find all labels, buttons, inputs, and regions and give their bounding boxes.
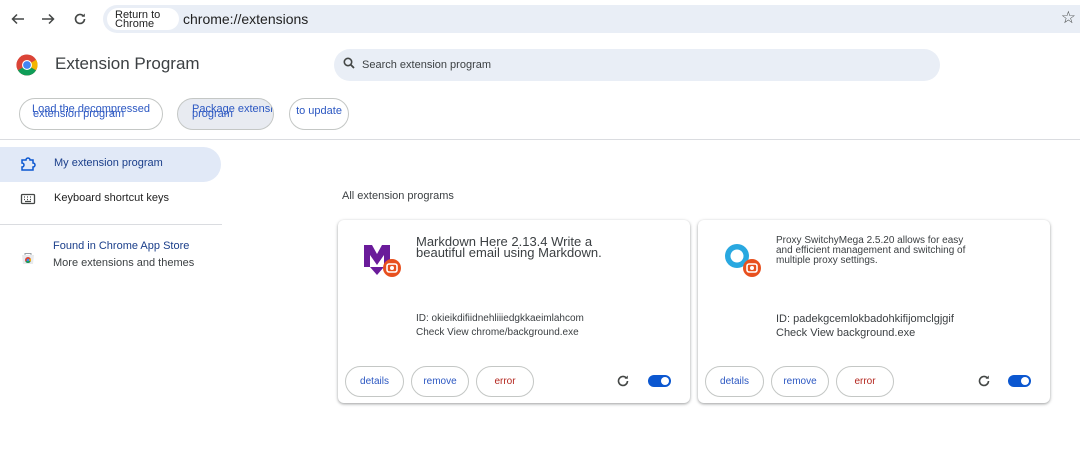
package-extension-button[interactable]: Package extension program xyxy=(177,98,274,130)
reload-icon[interactable] xyxy=(70,9,90,29)
sidebar: My extension program Keyboard shortcut k… xyxy=(0,141,222,455)
puzzle-icon xyxy=(21,157,36,171)
enable-toggle[interactable] xyxy=(1008,375,1031,387)
star-icon[interactable]: ☆ xyxy=(1061,8,1076,28)
remove-button[interactable]: remove xyxy=(771,366,829,397)
sidebar-divider xyxy=(0,224,222,225)
return-to-chrome-chip[interactable]: Return to Chrome xyxy=(107,8,179,30)
reload-icon[interactable] xyxy=(615,373,631,389)
search-icon xyxy=(343,57,355,69)
chip-line-2: Chrome xyxy=(115,18,155,30)
extension-card-markdown-here: Markdown Here 2.13.4 Write a beautiful e… xyxy=(338,220,690,403)
extension-id: ID: padekgcemlokbadohkifijomclgjgif xyxy=(776,313,954,325)
chrome-logo-icon xyxy=(16,54,38,76)
markdown-here-logo-icon xyxy=(364,245,401,277)
toggle-knob xyxy=(661,377,669,385)
page-title: Extension Program xyxy=(55,54,200,73)
inspect-views-link[interactable]: Check View chrome/background.exe xyxy=(416,327,579,338)
errors-button[interactable]: error xyxy=(836,366,894,397)
web-store-link-label[interactable]: Found in Chrome App Store xyxy=(53,240,189,252)
extension-card-proxy-switchymega: Proxy SwitchyMega 2.5.20 allows for easy… xyxy=(698,220,1050,403)
extensions-header: Extension Program Load the decompressed … xyxy=(0,38,1080,140)
back-icon[interactable] xyxy=(8,9,28,29)
sidebar-item-keyboard-shortcuts[interactable]: Keyboard shortcut keys xyxy=(0,182,221,217)
extension-title: Proxy SwitchyMega 2.5.20 allows for easy… xyxy=(776,235,966,266)
web-store-subtitle: More extensions and themes xyxy=(53,257,195,269)
browser-toolbar: Return to Chrome chrome://extensions ☆ xyxy=(0,0,1080,38)
reload-icon[interactable] xyxy=(976,373,992,389)
sidebar-item-my-extensions[interactable]: My extension program xyxy=(0,147,221,182)
web-store-icon xyxy=(22,253,34,264)
search-bar[interactable] xyxy=(334,49,940,81)
sidebar-item-label: My extension program xyxy=(54,157,163,169)
inspect-views-link[interactable]: Check View background.exe xyxy=(776,327,915,339)
section-title: All extension programs xyxy=(342,190,454,202)
search-input[interactable] xyxy=(362,55,922,75)
update-label: to update xyxy=(296,105,342,117)
proxy-switchymega-logo-icon xyxy=(725,244,761,277)
toggle-knob xyxy=(1021,377,1029,385)
forward-icon[interactable] xyxy=(38,9,58,29)
details-button[interactable]: details xyxy=(705,366,764,397)
enable-toggle[interactable] xyxy=(648,375,671,387)
omnibox[interactable]: Return to Chrome chrome://extensions ☆ xyxy=(103,5,1080,33)
errors-button[interactable]: error xyxy=(476,366,534,397)
extension-id: ID: okieikdifiidnehliiiedgkkaeimlahcom xyxy=(416,313,584,324)
details-button[interactable]: details xyxy=(345,366,404,397)
address-url[interactable]: chrome://extensions xyxy=(183,11,308,27)
chrome-web-store-link[interactable]: Found in Chrome App Store More extension… xyxy=(0,239,222,275)
sidebar-item-label: Keyboard shortcut keys xyxy=(54,192,169,204)
keyboard-icon xyxy=(20,193,36,205)
remove-button[interactable]: remove xyxy=(411,366,469,397)
load-unpacked-button[interactable]: Load the decompressed extension program xyxy=(19,98,163,130)
update-button[interactable]: to update xyxy=(289,98,349,130)
extension-title: Markdown Here 2.13.4 Write a beautiful e… xyxy=(416,234,602,260)
